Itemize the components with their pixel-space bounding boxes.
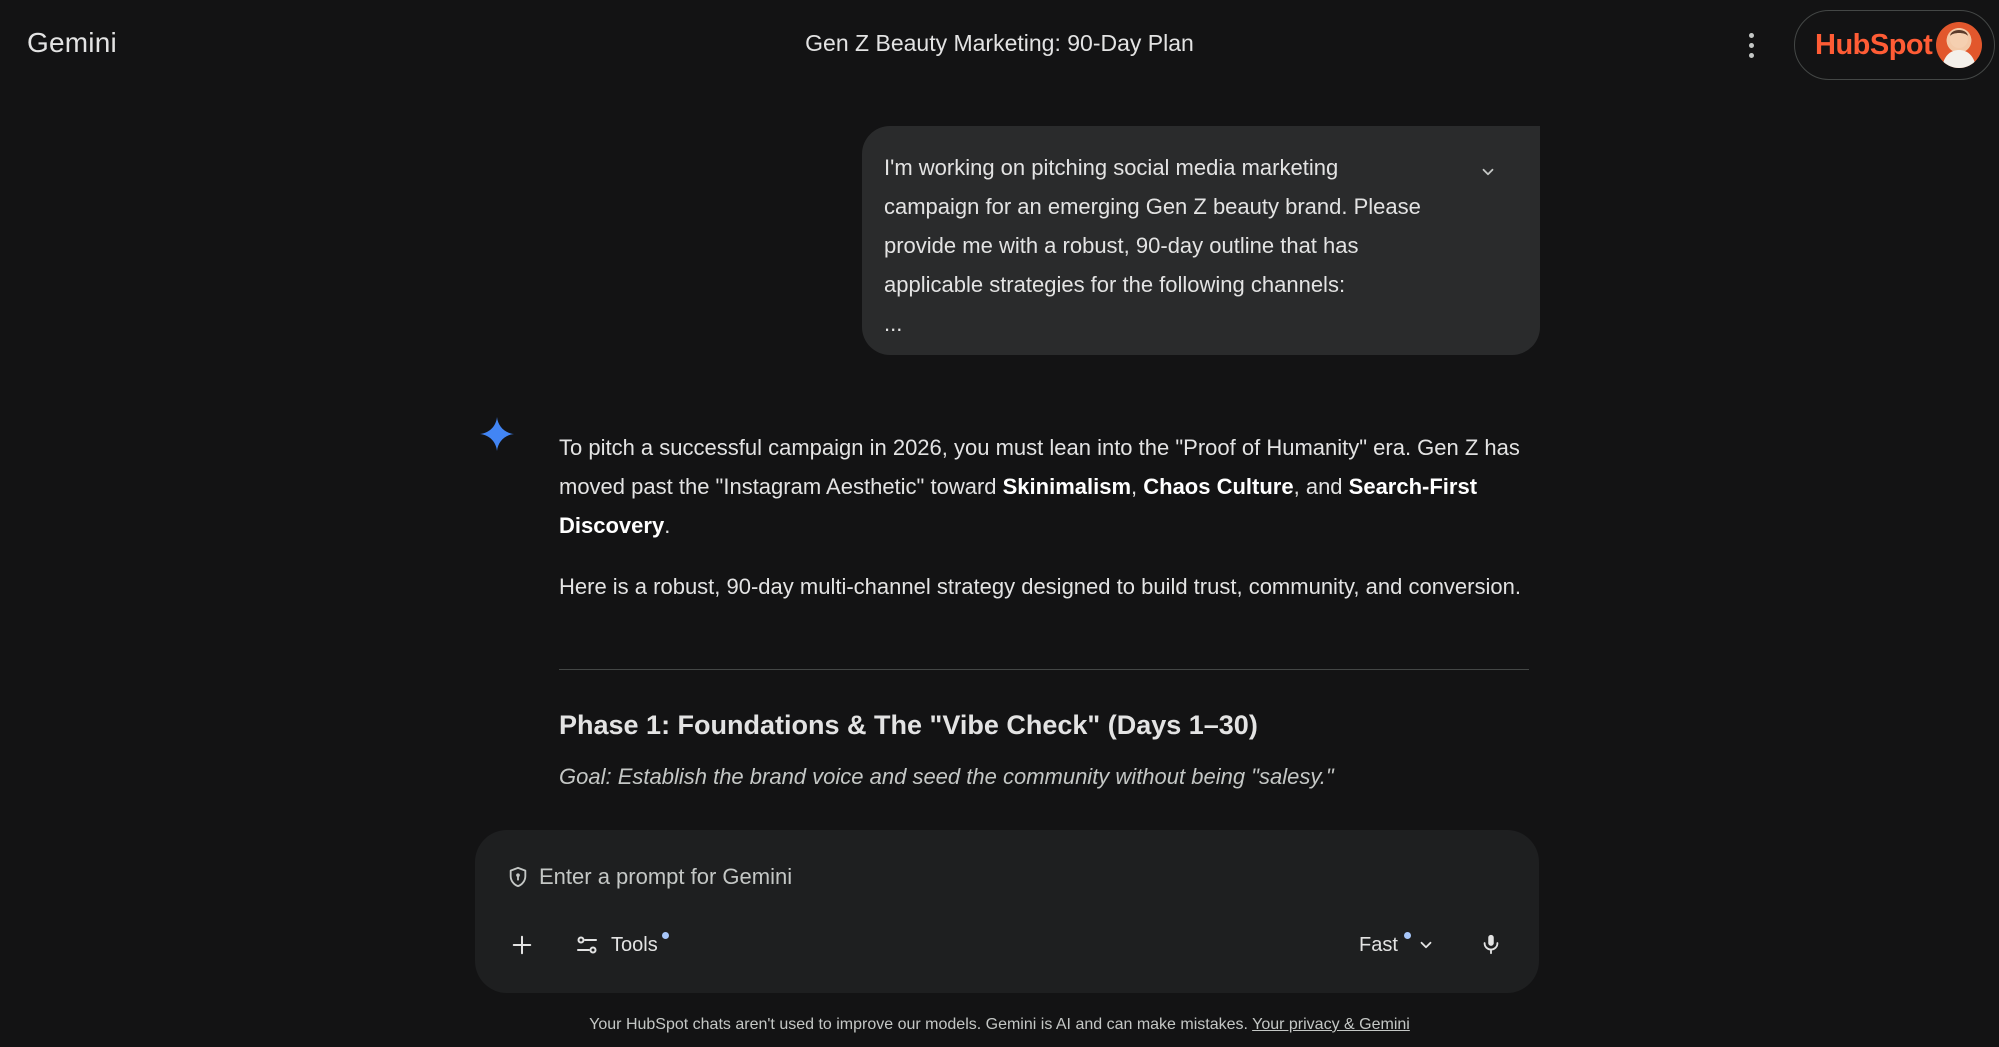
gemini-spark-icon [480, 417, 514, 451]
more-vert-icon [1748, 32, 1754, 38]
mode-label: Fast [1359, 933, 1398, 956]
prompt-placeholder: Enter a prompt for Gemini [539, 864, 793, 889]
new-feature-dot [1403, 931, 1411, 939]
chat-title: Gen Z Beauty Marketing: 90-Day Plan [805, 30, 1194, 56]
model-response: To pitch a successful campaign in 2026, … [559, 428, 1529, 628]
account-switcher[interactable]: HubSpot [1794, 10, 1995, 80]
chevron-down-icon [1482, 168, 1494, 176]
phase-goal: Goal: Establish the brand voice and seed… [559, 764, 1334, 789]
avatar-image [1942, 30, 1976, 68]
new-feature-dot [661, 931, 669, 939]
bold-term: Chaos Culture [1143, 474, 1294, 499]
more-options-button[interactable] [1736, 22, 1766, 68]
add-attachment-button[interactable] [505, 928, 539, 962]
mic-icon [1483, 934, 1499, 955]
chevron-down-icon [1420, 941, 1432, 949]
gemini-app: Gemini Gen Z Beauty Marketing: 90-Day Pl… [0, 0, 1999, 1047]
tools-label: Tools [611, 933, 658, 956]
shield-icon [509, 866, 527, 888]
user-message: I'm working on pitching social media mar… [862, 126, 1540, 355]
microphone-button[interactable] [1473, 926, 1509, 962]
prompt-composer: Enter a prompt for Gemini Tools Fast [475, 830, 1539, 993]
tools-button[interactable]: Tools [575, 928, 669, 962]
response-paragraph: Here is a robust, 90-day multi-channel s… [559, 574, 1521, 599]
bold-term: Skinimalism [1002, 474, 1132, 499]
hubspot-logo: HubSpot [1815, 28, 1933, 61]
user-message-line: ... [884, 311, 903, 336]
user-message-line: provide me with a robust, 90-day outline… [884, 233, 1359, 258]
footer-disclaimer: Your HubSpot chats aren't used to improv… [589, 1016, 1410, 1033]
prompt-input[interactable]: Enter a prompt for Gemini [507, 864, 792, 890]
avatar[interactable] [1936, 22, 1982, 68]
expand-message-button[interactable] [1474, 158, 1502, 186]
user-message-line: I'm working on pitching social media mar… [884, 155, 1339, 180]
user-message-line: campaign for an emerging Gen Z beauty br… [884, 194, 1421, 219]
model-mode-selector[interactable]: Fast [1359, 928, 1435, 962]
phase-heading: Phase 1: Foundations & The "Vibe Check" … [559, 710, 1258, 740]
user-message-line: applicable strategies for the following … [884, 272, 1346, 297]
privacy-link[interactable]: Your privacy & Gemini [1252, 1016, 1410, 1033]
tools-icon [577, 936, 597, 954]
section-divider [559, 669, 1529, 670]
response-intro: To pitch a successful campaign in 2026, … [559, 435, 1520, 538]
plus-icon [512, 935, 532, 955]
